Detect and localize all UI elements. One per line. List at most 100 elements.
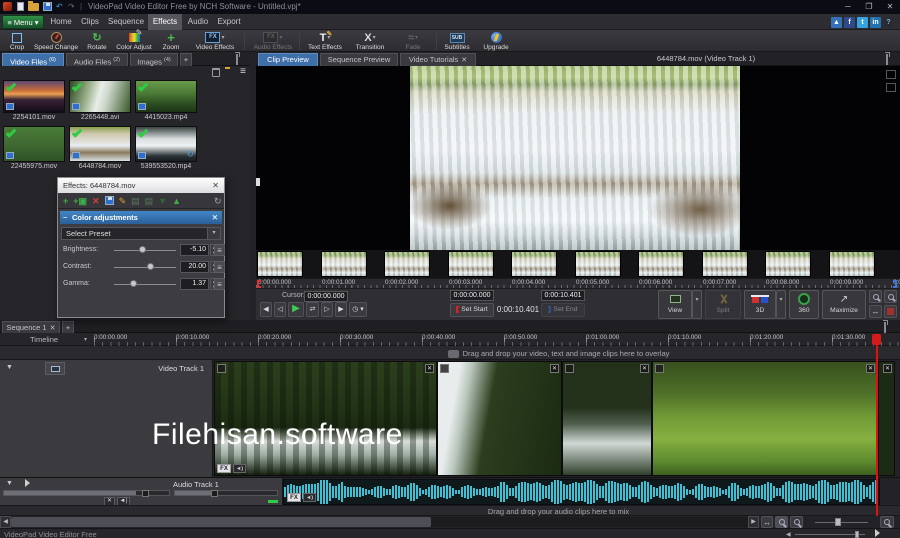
undo-icon[interactable]: ↶ — [56, 2, 63, 11]
tab-audio-files[interactable]: Audio Files (2) — [66, 53, 128, 67]
fit-timeline-icon[interactable]: ↔ — [761, 516, 773, 528]
three-d-button[interactable]: 3D — [744, 290, 776, 319]
brightness-slider[interactable] — [114, 246, 176, 253]
remove-clip-icon[interactable]: ✕ — [425, 364, 434, 373]
close-dialog-icon[interactable]: ✕ — [212, 178, 219, 193]
timeline-scrollbar[interactable] — [11, 517, 748, 527]
gamma-slider[interactable] — [114, 280, 176, 287]
color-adjustments-header[interactable]: Color adjustments ✕ — [60, 211, 222, 224]
new-project-icon[interactable] — [17, 2, 24, 11]
zoom-out-timeline-icon[interactable] — [775, 516, 788, 528]
timeline-video-clip[interactable]: ✕ — [652, 361, 878, 476]
track-pan-slider[interactable] — [174, 490, 278, 497]
facebook-icon[interactable]: f — [844, 17, 855, 28]
remove-clip-icon[interactable]: ✕ — [550, 364, 559, 373]
trash-icon[interactable] — [212, 68, 220, 77]
chevron-down-icon[interactable]: ▾ — [207, 228, 220, 239]
media-clip-thumbnail[interactable] — [69, 80, 131, 113]
add-effect-icon[interactable]: + — [63, 196, 68, 206]
clip-fx-badge[interactable]: FX — [287, 493, 301, 502]
close-tab-icon[interactable]: ✕ — [461, 57, 467, 64]
menu-button[interactable]: ≡ Menu ▾ — [2, 15, 44, 29]
close-section-icon[interactable]: ✕ — [212, 211, 218, 224]
maximize-button[interactable]: ↗ Maximize — [822, 290, 866, 319]
volume-collapse-icon[interactable]: ◀ — [786, 531, 791, 538]
redo-icon[interactable]: ↷ — [68, 2, 75, 11]
tab-clip-preview[interactable]: Clip Preview — [258, 53, 318, 66]
like-icon[interactable]: ▲ — [831, 17, 842, 28]
scrollbar-thumb[interactable] — [11, 517, 431, 527]
deg360-button[interactable]: 360 — [789, 290, 819, 319]
open-project-icon[interactable] — [28, 1, 39, 11]
remove-effect-icon[interactable]: ✕ — [92, 196, 100, 206]
help-icon[interactable]: ? — [883, 17, 894, 28]
tab-sequence-preview[interactable]: Sequence Preview — [320, 53, 398, 66]
volume-slider-thumb[interactable] — [855, 531, 859, 538]
tab-effects[interactable]: Effects — [148, 14, 182, 30]
zoom-in-strip-icon[interactable] — [884, 290, 897, 303]
toolbar-zoom[interactable]: + Zoom — [156, 30, 186, 52]
grid-view-icon[interactable] — [886, 70, 896, 79]
preview-volume-slider[interactable] — [795, 531, 865, 538]
add-bin-tab-button[interactable]: + — [180, 53, 192, 66]
tab-video-tutorials[interactable]: Video Tutorials ✕ — [400, 53, 476, 66]
tab-audio[interactable]: Audio — [184, 14, 212, 30]
timeline-audio-clip[interactable]: FX ◄) — [283, 479, 880, 505]
tab-video-files[interactable]: Video Files (6) — [2, 53, 64, 67]
play-button[interactable]: ▶ — [288, 302, 304, 317]
media-clip-thumbnail[interactable] — [135, 80, 197, 113]
previous-frame-button[interactable]: ◁ — [274, 302, 286, 317]
clip-ruler[interactable]: 0:00:00.000 0:00:01.000 0:00:02.000 0:00… — [256, 278, 900, 288]
remove-clip-icon[interactable]: ✕ — [640, 364, 649, 373]
save-project-icon[interactable] — [43, 2, 52, 11]
save-chain-icon[interactable] — [104, 196, 114, 205]
contrast-slider[interactable] — [114, 263, 176, 270]
toolbar-text-effects[interactable]: T▾ Text Effects — [303, 30, 347, 52]
media-clip-thumbnail[interactable] — [3, 80, 65, 113]
toolbar-upgrade[interactable]: Upgrade — [477, 30, 515, 52]
toolbar-transition[interactable]: X ▾ Transition — [349, 30, 391, 52]
menu-icon[interactable]: ≡ — [214, 261, 225, 273]
contrast-value-field[interactable]: 20.00 — [180, 261, 209, 273]
skip-to-start-button[interactable]: ◀ — [260, 302, 272, 317]
timeline-video-clip[interactable]: ✕ — [562, 361, 652, 476]
track-volume-slider[interactable] — [3, 490, 170, 497]
restore-button[interactable]: ❐ — [859, 0, 879, 13]
edit-pencil-icon[interactable]: ✎ — [119, 196, 127, 206]
loop-button[interactable]: ⇄ — [306, 302, 319, 317]
collapse-track-icon[interactable]: ▼ — [6, 364, 13, 371]
view-dropdown-button[interactable]: ▾ — [692, 290, 702, 319]
zoom-in-timeline-icon[interactable] — [790, 516, 803, 528]
zoom-slider-thumb[interactable] — [835, 518, 841, 526]
end-marker-icon[interactable] — [893, 280, 897, 288]
clip-mute-badge[interactable]: ◄) — [303, 493, 316, 502]
toolbar-rotate[interactable]: ↻ Rotate — [82, 30, 112, 52]
zoom-out-strip-icon[interactable] — [869, 290, 882, 303]
close-tab-icon[interactable]: ✕ — [50, 325, 56, 332]
view-button[interactable]: View — [658, 290, 692, 319]
media-clip-thumbnail[interactable] — [3, 126, 65, 162]
timeline-zoom-slider[interactable] — [815, 518, 868, 526]
scroll-right-button[interactable]: ▶ — [748, 516, 759, 528]
media-clip-thumbnail[interactable] — [69, 126, 131, 162]
twitter-icon[interactable]: t — [857, 17, 868, 28]
stack-view-icon[interactable] — [886, 83, 896, 92]
menu-icon[interactable]: ≡ — [214, 244, 225, 256]
close-button[interactable]: ✕ — [880, 0, 900, 13]
clip-fx-badge[interactable]: FX — [217, 464, 231, 473]
menu-icon[interactable]: ≡ — [214, 278, 225, 290]
scroll-left-button[interactable]: ◀ — [0, 516, 11, 528]
minimize-button[interactable]: ─ — [838, 0, 858, 13]
playhead-marker[interactable] — [872, 334, 881, 345]
linkedin-icon[interactable]: in — [870, 17, 881, 28]
toolbar-subtitles[interactable]: SUB Subtitles — [440, 30, 474, 52]
start-time-field[interactable]: 0:00:00.000 — [450, 290, 494, 301]
skip-to-end-button[interactable]: ▶ — [335, 302, 347, 317]
brightness-value-field[interactable]: -5.10 — [180, 244, 209, 256]
three-d-dropdown-button[interactable]: ▾ — [776, 290, 786, 319]
clip-audio-badge[interactable]: ◄) — [233, 464, 246, 473]
list-view-icon[interactable]: ≡ — [240, 67, 246, 77]
add-effect-chain-icon[interactable]: +▣ — [73, 196, 87, 206]
toolbar-speed-change[interactable]: Speed Change — [32, 30, 80, 52]
timeline-video-clip[interactable]: ✕ — [878, 361, 895, 476]
